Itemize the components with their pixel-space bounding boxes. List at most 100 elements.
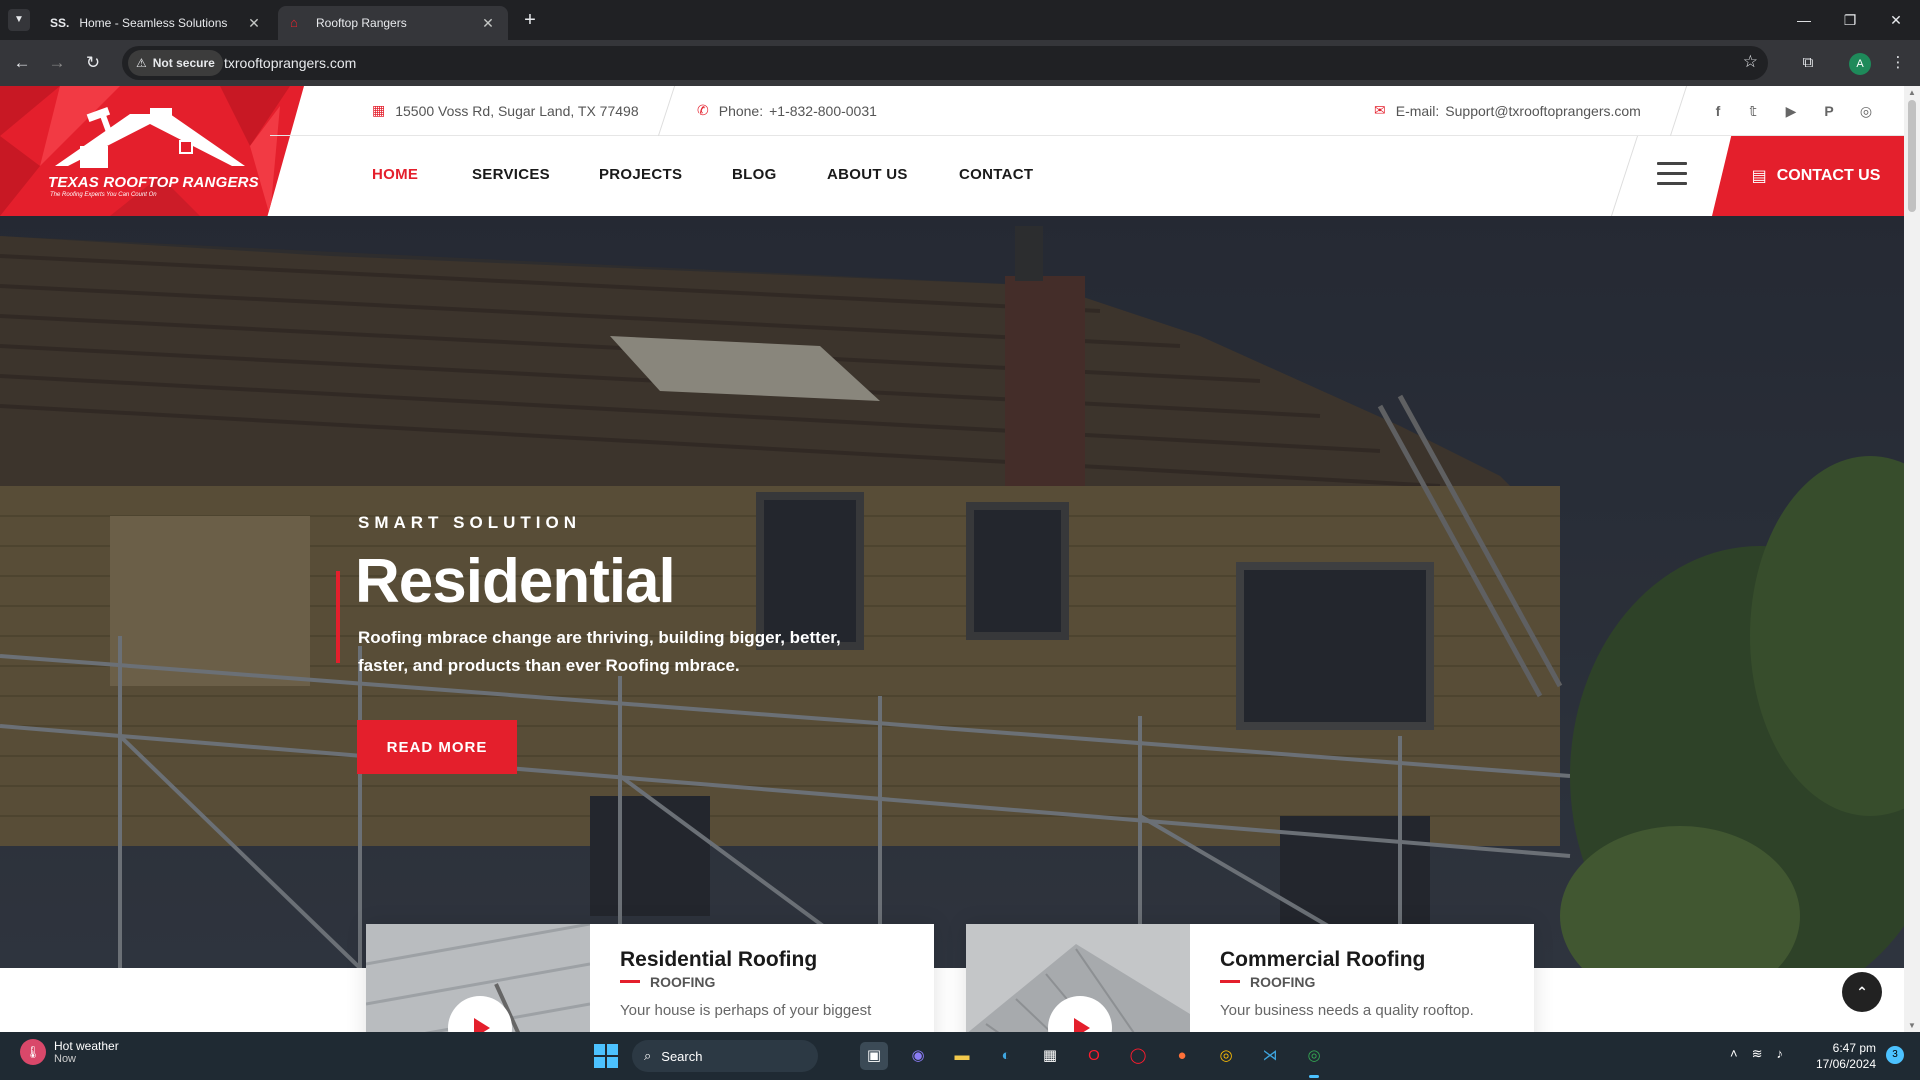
- address-bar[interactable]: ⚠ Not secure txrooftoprangers.com ☆: [122, 46, 1768, 80]
- nav-about-us[interactable]: ABOUT US: [827, 166, 908, 183]
- page-scrollbar[interactable]: ▲ ▼: [1904, 86, 1920, 1032]
- nav-home[interactable]: HOME: [372, 166, 418, 183]
- tab-seamless-solutions[interactable]: SS. Home - Seamless Solutions ✕: [38, 6, 274, 40]
- opera-gx-icon[interactable]: ◯: [1124, 1042, 1152, 1070]
- tab-search-button[interactable]: ▼: [8, 9, 30, 31]
- site-logo[interactable]: TEXAS ROOFTOP RANGERS The Roofing Expert…: [0, 86, 304, 216]
- firefox-icon[interactable]: ●: [1168, 1042, 1196, 1070]
- scrollbar-thumb[interactable]: [1908, 100, 1916, 212]
- contact-info-bar: ▦ 15500 Voss Rd, Sugar Land, TX 77498 ✆ …: [270, 86, 1904, 136]
- email-label: E-mail:: [1395, 102, 1440, 119]
- service-card-description: Your house is perhaps of your biggest: [620, 1002, 872, 1019]
- volume-icon[interactable]: ♪: [1777, 1046, 1784, 1062]
- service-card-commercial[interactable]: Commercial Roofing ROOFING Your business…: [966, 924, 1534, 1032]
- clock-date: 17/06/2024: [1815, 1057, 1876, 1071]
- task-view-icon[interactable]: ▣: [860, 1042, 888, 1070]
- start-windows-icon[interactable]: [594, 1044, 618, 1068]
- tab-favicon: SS.: [50, 16, 70, 30]
- close-icon[interactable]: ✕: [246, 15, 262, 31]
- contact-us-label: CONTACT US: [1776, 167, 1881, 184]
- weather-subtitle: Now: [54, 1053, 77, 1065]
- service-card-residential[interactable]: Residential Roofing ROOFING Your house i…: [366, 924, 934, 1032]
- forward-icon[interactable]: →: [45, 51, 69, 75]
- read-more-button[interactable]: READ MORE: [357, 720, 517, 774]
- hero-description: Roofing mbrace change are thriving, buil…: [358, 628, 841, 675]
- tab-title: Rooftop Rangers: [316, 16, 407, 30]
- opera-icon[interactable]: O: [1080, 1042, 1108, 1070]
- rooftop-favicon-icon: ⌂: [290, 15, 298, 30]
- service-card-category: ROOFING: [650, 974, 716, 990]
- pinterest-icon[interactable]: P: [1818, 100, 1840, 122]
- nav-contact[interactable]: CONTACT: [959, 166, 1033, 183]
- main-navigation: HOME SERVICES PROJECTS BLOG ABOUT US CON…: [270, 136, 1904, 216]
- file-explorer-icon[interactable]: ▬: [948, 1042, 976, 1070]
- microsoft-store-icon[interactable]: ▦: [1036, 1042, 1064, 1070]
- taskbar-clock[interactable]: 6:47 pm 17/06/2024: [1812, 1040, 1876, 1072]
- phone-number[interactable]: +1-832-800-0031: [769, 103, 877, 119]
- close-window-button[interactable]: ✕: [1876, 8, 1916, 32]
- phone-label: Phone:: [718, 102, 764, 119]
- service-card-image: [366, 924, 590, 1032]
- hamburger-menu-icon[interactable]: [1657, 162, 1687, 188]
- chrome-icon[interactable]: ◎: [1212, 1042, 1240, 1070]
- reload-icon[interactable]: ↻: [81, 51, 105, 75]
- system-tray: ˄ ≋ ♪: [1730, 1046, 1783, 1062]
- email-info: ✉ E-mail: Support@txrooftoprangers.com: [1374, 102, 1641, 119]
- page-viewport: TEXAS ROOFTOP RANGERS The Roofing Expert…: [0, 86, 1904, 1032]
- document-icon: ▤: [1751, 168, 1767, 185]
- scroll-down-icon[interactable]: ▼: [1907, 1021, 1917, 1030]
- service-card-description: Your business needs a quality rooftop.: [1220, 1002, 1474, 1019]
- logo-tagline: The Roofing Experts You Can Count On: [50, 192, 157, 198]
- browser-tab-bar: ▼ SS. Home - Seamless Solutions ✕ ⌂ Roof…: [0, 0, 1920, 40]
- warning-icon: ⚠: [136, 56, 147, 70]
- weather-title: Hot weather: [54, 1039, 119, 1053]
- hero-overlay: [0, 216, 1904, 968]
- hero-title: Residential: [355, 547, 676, 616]
- teams-icon[interactable]: ◉: [904, 1042, 932, 1070]
- hero-accent-bar: [336, 571, 340, 663]
- nav-blog[interactable]: BLOG: [732, 166, 777, 183]
- windows-taskbar: 🌡 Hot weather Now ⌕ Search ▣ ◉ ▬ ◐ ▦ O ◯…: [0, 1032, 1920, 1080]
- scroll-up-icon[interactable]: ▲: [1907, 88, 1917, 97]
- service-card-title[interactable]: Commercial Roofing: [1220, 948, 1425, 972]
- profile-avatar[interactable]: A: [1849, 53, 1871, 75]
- nav-services[interactable]: SERVICES: [472, 166, 550, 183]
- extensions-icon[interactable]: ⧉: [1796, 51, 1820, 75]
- security-label: Not secure: [152, 56, 215, 70]
- restore-button[interactable]: ❐: [1830, 8, 1870, 32]
- twitter-icon[interactable]: 𝕥: [1742, 100, 1764, 122]
- contact-us-button[interactable]: ▤ CONTACT US: [1712, 136, 1904, 216]
- taskbar-search[interactable]: ⌕ Search: [632, 1040, 818, 1072]
- chrome-profile-icon[interactable]: ◎: [1300, 1042, 1328, 1078]
- nav-projects[interactable]: PROJECTS: [599, 166, 682, 183]
- edge-icon[interactable]: ◐: [992, 1042, 1020, 1070]
- map-icon: ▦: [372, 102, 386, 118]
- url-text[interactable]: txrooftoprangers.com: [224, 55, 356, 71]
- bookmark-star-icon[interactable]: ☆: [1743, 52, 1758, 72]
- tab-title: Home - Seamless Solutions: [79, 16, 228, 30]
- vscode-icon[interactable]: ⋊: [1256, 1042, 1284, 1070]
- service-card-category: ROOFING: [1250, 974, 1316, 990]
- new-tab-button[interactable]: +: [518, 8, 542, 32]
- thermometer-icon: 🌡: [20, 1039, 46, 1065]
- security-chip[interactable]: ⚠ Not secure: [128, 50, 223, 76]
- close-icon[interactable]: ✕: [480, 15, 496, 31]
- back-to-top-button[interactable]: ⌃: [1842, 972, 1882, 1012]
- facebook-icon[interactable]: f: [1707, 100, 1729, 122]
- chevron-up-icon[interactable]: ˄: [1730, 1046, 1738, 1062]
- minimize-button[interactable]: —: [1784, 8, 1824, 32]
- wifi-icon[interactable]: ≋: [1752, 1046, 1763, 1062]
- menu-kebab-icon[interactable]: ⋮: [1886, 51, 1910, 75]
- back-icon[interactable]: ←: [10, 51, 34, 75]
- youtube-icon[interactable]: ▶: [1780, 100, 1802, 122]
- email-address[interactable]: Support@txrooftoprangers.com: [1445, 103, 1641, 119]
- clock-time: 6:47 pm: [1832, 1041, 1876, 1055]
- service-card-title[interactable]: Residential Roofing: [620, 948, 817, 972]
- phone-icon: ✆: [697, 102, 709, 118]
- notification-badge[interactable]: 3: [1886, 1046, 1904, 1064]
- weather-widget[interactable]: 🌡 Hot weather Now: [20, 1039, 119, 1065]
- email-icon: ✉: [1374, 102, 1386, 118]
- address-text: 15500 Voss Rd, Sugar Land, TX 77498: [395, 102, 639, 119]
- tab-rooftop-rangers[interactable]: ⌂ Rooftop Rangers ✕: [278, 6, 508, 40]
- instagram-icon[interactable]: ◎: [1855, 100, 1877, 122]
